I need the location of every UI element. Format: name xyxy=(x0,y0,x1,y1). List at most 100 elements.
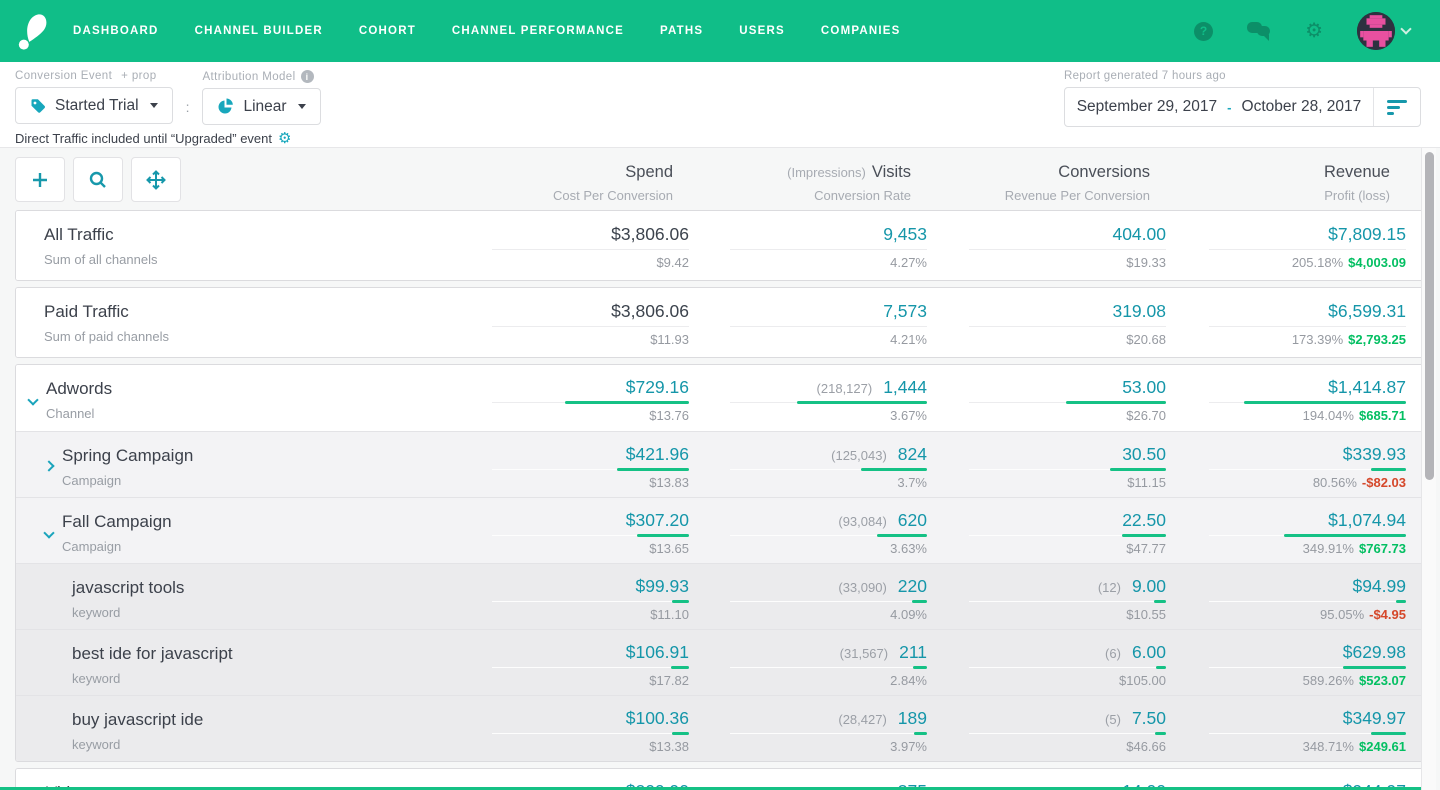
profit-percent: 205.18% xyxy=(1292,255,1343,270)
avatar[interactable] xyxy=(1357,12,1395,50)
column-header-spend[interactable]: Spend Cost Per Conversion xyxy=(413,163,673,203)
profit-percent: 173.39% xyxy=(1292,332,1343,347)
conversions-value[interactable]: 404.00 xyxy=(1112,224,1166,244)
profit-value: $685.71 xyxy=(1359,408,1406,423)
spend-header[interactable]: Spend xyxy=(413,163,673,182)
table-row: best ide for javascript keyword $106.91 … xyxy=(16,629,1424,695)
scrollbar-thumb[interactable] xyxy=(1425,152,1434,480)
help-icon[interactable]: ? xyxy=(1194,22,1213,41)
impressions-count: (28,427) xyxy=(838,712,886,727)
column-header-revenue[interactable]: Revenue Profit (loss) xyxy=(1130,163,1390,203)
cell-divider xyxy=(931,247,1166,251)
nav-item-users[interactable]: USERS xyxy=(739,25,785,37)
date-range-picker[interactable]: September 29, 2017 - October 28, 2017 xyxy=(1064,87,1421,127)
visits-subheader: Conversion Rate xyxy=(651,188,911,203)
pie-chart-icon xyxy=(217,98,234,115)
filter-icon[interactable] xyxy=(1374,100,1420,115)
revenue-value[interactable]: $629.98 xyxy=(1343,642,1406,662)
conversions-value[interactable]: 319.08 xyxy=(1112,301,1166,321)
impressions-count: (125,043) xyxy=(831,448,887,463)
revenue-value[interactable]: $1,414.87 xyxy=(1328,377,1406,397)
cell-divider xyxy=(454,247,689,251)
revenue-value[interactable]: $7,809.15 xyxy=(1328,224,1406,244)
revenue-header[interactable]: Revenue xyxy=(1130,163,1390,182)
conversions-header[interactable]: Conversions xyxy=(890,163,1150,182)
search-icon xyxy=(88,170,108,190)
move-button[interactable] xyxy=(131,157,181,202)
spend-value[interactable]: $106.91 xyxy=(626,642,689,662)
nav-item-dashboard[interactable]: DASHBOARD xyxy=(73,25,159,37)
conversions-value[interactable]: 7.50 xyxy=(1132,708,1166,728)
conversion-rate: 3.97% xyxy=(692,739,927,755)
cost-per-conversion: $9.42 xyxy=(454,255,689,271)
revenue-value[interactable]: $339.93 xyxy=(1343,444,1406,464)
cost-per-conversion: $13.76 xyxy=(454,408,689,424)
spend-cell: $3,806.06 $9.42 xyxy=(454,224,689,271)
conversions-value[interactable]: 53.00 xyxy=(1122,377,1166,397)
spend-value[interactable]: $100.36 xyxy=(626,708,689,728)
gear-icon[interactable]: ⚙ xyxy=(1305,21,1323,41)
nav-item-cohort[interactable]: COHORT xyxy=(359,25,416,37)
note-gear-icon[interactable]: ⚙ xyxy=(278,129,291,147)
conversions-value[interactable]: 9.00 xyxy=(1132,576,1166,596)
conversions-cell: (5)7.50 $46.66 xyxy=(931,708,1166,755)
attribution-logo[interactable] xyxy=(15,11,49,51)
revenue-value[interactable]: $1,074.94 xyxy=(1328,510,1406,530)
value-bar xyxy=(1122,534,1166,537)
visits-value[interactable]: 7,573 xyxy=(883,301,927,321)
visits-value[interactable]: 9,453 xyxy=(883,224,927,244)
visits-value[interactable]: 620 xyxy=(898,510,927,530)
attribution-model-dropdown[interactable]: Linear xyxy=(202,88,320,125)
revenue-value[interactable]: $94.99 xyxy=(1352,576,1406,596)
add-prop-link[interactable]: + prop xyxy=(121,70,156,82)
table-row: javascript tools keyword $99.93 $11.10 (… xyxy=(16,563,1424,629)
conversions-value[interactable]: 6.00 xyxy=(1132,642,1166,662)
value-bar xyxy=(1371,468,1406,471)
value-bar xyxy=(1284,534,1406,537)
cell-divider xyxy=(454,400,689,404)
cell-divider xyxy=(931,400,1166,404)
conversions-value[interactable]: 22.50 xyxy=(1122,510,1166,530)
chat-icon[interactable] xyxy=(1247,22,1271,40)
spend-value[interactable]: $729.16 xyxy=(626,377,689,397)
nav-item-channel-performance[interactable]: CHANNEL PERFORMANCE xyxy=(452,25,624,37)
spend-value[interactable]: $421.96 xyxy=(626,444,689,464)
visits-value[interactable]: 189 xyxy=(898,708,927,728)
value-bar xyxy=(565,401,689,404)
info-icon[interactable]: i xyxy=(301,70,314,83)
value-bar xyxy=(672,600,689,603)
revenue-value[interactable]: $349.97 xyxy=(1343,708,1406,728)
column-header-visits[interactable]: (Impressions)Visits Conversion Rate xyxy=(651,163,911,203)
spend-value[interactable]: $307.20 xyxy=(626,510,689,530)
spend-value: $3,806.06 xyxy=(611,301,689,321)
nav-item-channel-builder[interactable]: CHANNEL BUILDER xyxy=(195,25,323,37)
revenue-per-conversion: $46.66 xyxy=(931,739,1166,755)
add-channel-button[interactable] xyxy=(15,157,65,202)
conversion-rate: 3.7% xyxy=(692,475,927,491)
cost-per-conversion: $17.82 xyxy=(454,673,689,689)
conversions-value[interactable]: 30.50 xyxy=(1122,444,1166,464)
visits-header[interactable]: (Impressions)Visits xyxy=(651,163,911,182)
revenue-value[interactable]: $6,599.31 xyxy=(1328,301,1406,321)
spend-value[interactable]: $99.93 xyxy=(635,576,689,596)
revenue-cell: $7,809.15 205.18%$4,003.09 xyxy=(1171,224,1406,271)
visits-value[interactable]: 220 xyxy=(898,576,927,596)
value-bar xyxy=(1110,468,1166,471)
caret-down-icon xyxy=(298,104,306,109)
cell-divider xyxy=(692,324,927,328)
conversions-cell: (12)9.00 $10.55 xyxy=(931,576,1166,623)
nav-item-paths[interactable]: PATHS xyxy=(660,25,703,37)
nav-item-companies[interactable]: COMPANIES xyxy=(821,25,901,37)
user-menu[interactable] xyxy=(1357,12,1410,50)
conversion-event-dropdown[interactable]: Started Trial xyxy=(15,87,173,124)
value-bar xyxy=(1156,666,1166,669)
visits-value[interactable]: 211 xyxy=(899,642,927,662)
search-button[interactable] xyxy=(73,157,123,202)
visits-value[interactable]: 824 xyxy=(898,444,927,464)
column-header-conversions[interactable]: Conversions Revenue Per Conversion xyxy=(890,163,1150,203)
profit-value: $767.73 xyxy=(1359,541,1406,556)
visits-cell: (33,090)220 4.09% xyxy=(692,576,927,623)
date-dash: - xyxy=(1227,100,1231,115)
scrollbar-track[interactable] xyxy=(1421,148,1436,790)
visits-value[interactable]: 1,444 xyxy=(883,377,927,397)
